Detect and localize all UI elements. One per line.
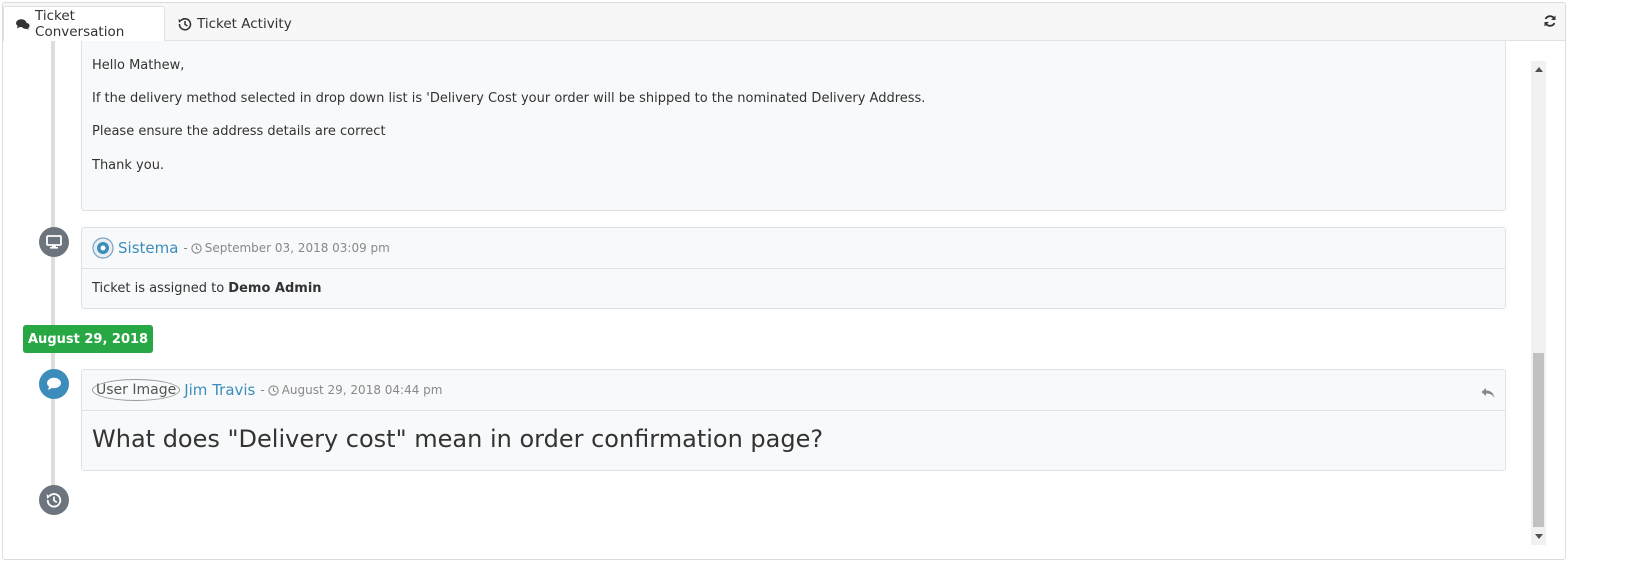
message-meta: - August 29, 2018 04:44 pm bbox=[260, 383, 442, 397]
clock-icon bbox=[268, 384, 279, 396]
message-item: User Image Jim Travis - August 29, 2018 … bbox=[81, 369, 1506, 471]
comments-icon bbox=[16, 18, 30, 30]
desktop-icon bbox=[39, 227, 69, 257]
refresh-icon[interactable] bbox=[1543, 14, 1557, 28]
conversation-timeline: Hello Mathew, If the delivery method sel… bbox=[3, 41, 1531, 559]
tab-ticket-conversation[interactable]: Ticket Conversation bbox=[3, 6, 165, 42]
message-item: Hello Mathew, If the delivery method sel… bbox=[81, 41, 1506, 211]
message-body: Hello Mathew, If the delivery method sel… bbox=[82, 41, 1505, 200]
tab-ticket-activity-label: Ticket Activity bbox=[197, 16, 292, 32]
message-line: Thank you. bbox=[92, 157, 165, 173]
scroll-down-arrow[interactable] bbox=[1531, 529, 1546, 545]
timestamp: August 29, 2018 04:44 pm bbox=[281, 383, 443, 397]
author-name[interactable]: Jim Travis bbox=[184, 381, 255, 399]
separator: - bbox=[260, 383, 265, 397]
ticket-card: Ticket Conversation Ticket Activity Hell… bbox=[2, 2, 1566, 560]
message-line: Please ensure the address details are co… bbox=[92, 124, 386, 140]
message-line: Hello Mathew, bbox=[92, 58, 185, 73]
history-end-icon bbox=[39, 485, 69, 515]
author-name[interactable]: Sistema bbox=[118, 239, 178, 257]
reply-icon[interactable] bbox=[1481, 387, 1495, 399]
event-body: Ticket is assigned to Demo Admin bbox=[82, 269, 1505, 308]
vertical-scrollbar[interactable] bbox=[1531, 61, 1546, 545]
history-icon bbox=[178, 18, 192, 31]
event-text: Ticket is assigned to bbox=[92, 281, 229, 296]
system-avatar bbox=[92, 237, 114, 259]
timestamp: September 03, 2018 03:09 pm bbox=[204, 241, 390, 255]
timeline-line bbox=[51, 41, 55, 501]
user-avatar: User Image bbox=[92, 379, 181, 401]
scroll-thumb[interactable] bbox=[1533, 353, 1544, 527]
message-subject: What does "Delivery cost" mean in order … bbox=[92, 425, 824, 453]
comment-icon bbox=[39, 369, 69, 399]
item-header: Sistema - September 03, 2018 03:09 pm bbox=[82, 228, 1505, 269]
clock-icon bbox=[191, 242, 202, 254]
tab-bar: Ticket Conversation Ticket Activity bbox=[3, 3, 1565, 42]
message-line: If the delivery method selected in drop … bbox=[92, 91, 926, 107]
assignee-name: Demo Admin bbox=[228, 281, 322, 296]
system-event-item: Sistema - September 03, 2018 03:09 pm Ti… bbox=[81, 227, 1506, 309]
date-badge: August 29, 2018 bbox=[23, 325, 154, 353]
tab-ticket-conversation-label: Ticket Conversation bbox=[35, 8, 125, 40]
separator: - bbox=[183, 241, 188, 255]
scroll-up-arrow[interactable] bbox=[1531, 61, 1546, 77]
event-meta: - September 03, 2018 03:09 pm bbox=[183, 241, 389, 255]
tab-ticket-activity[interactable]: Ticket Activity bbox=[166, 6, 304, 42]
item-header: User Image Jim Travis - August 29, 2018 … bbox=[82, 370, 1505, 411]
